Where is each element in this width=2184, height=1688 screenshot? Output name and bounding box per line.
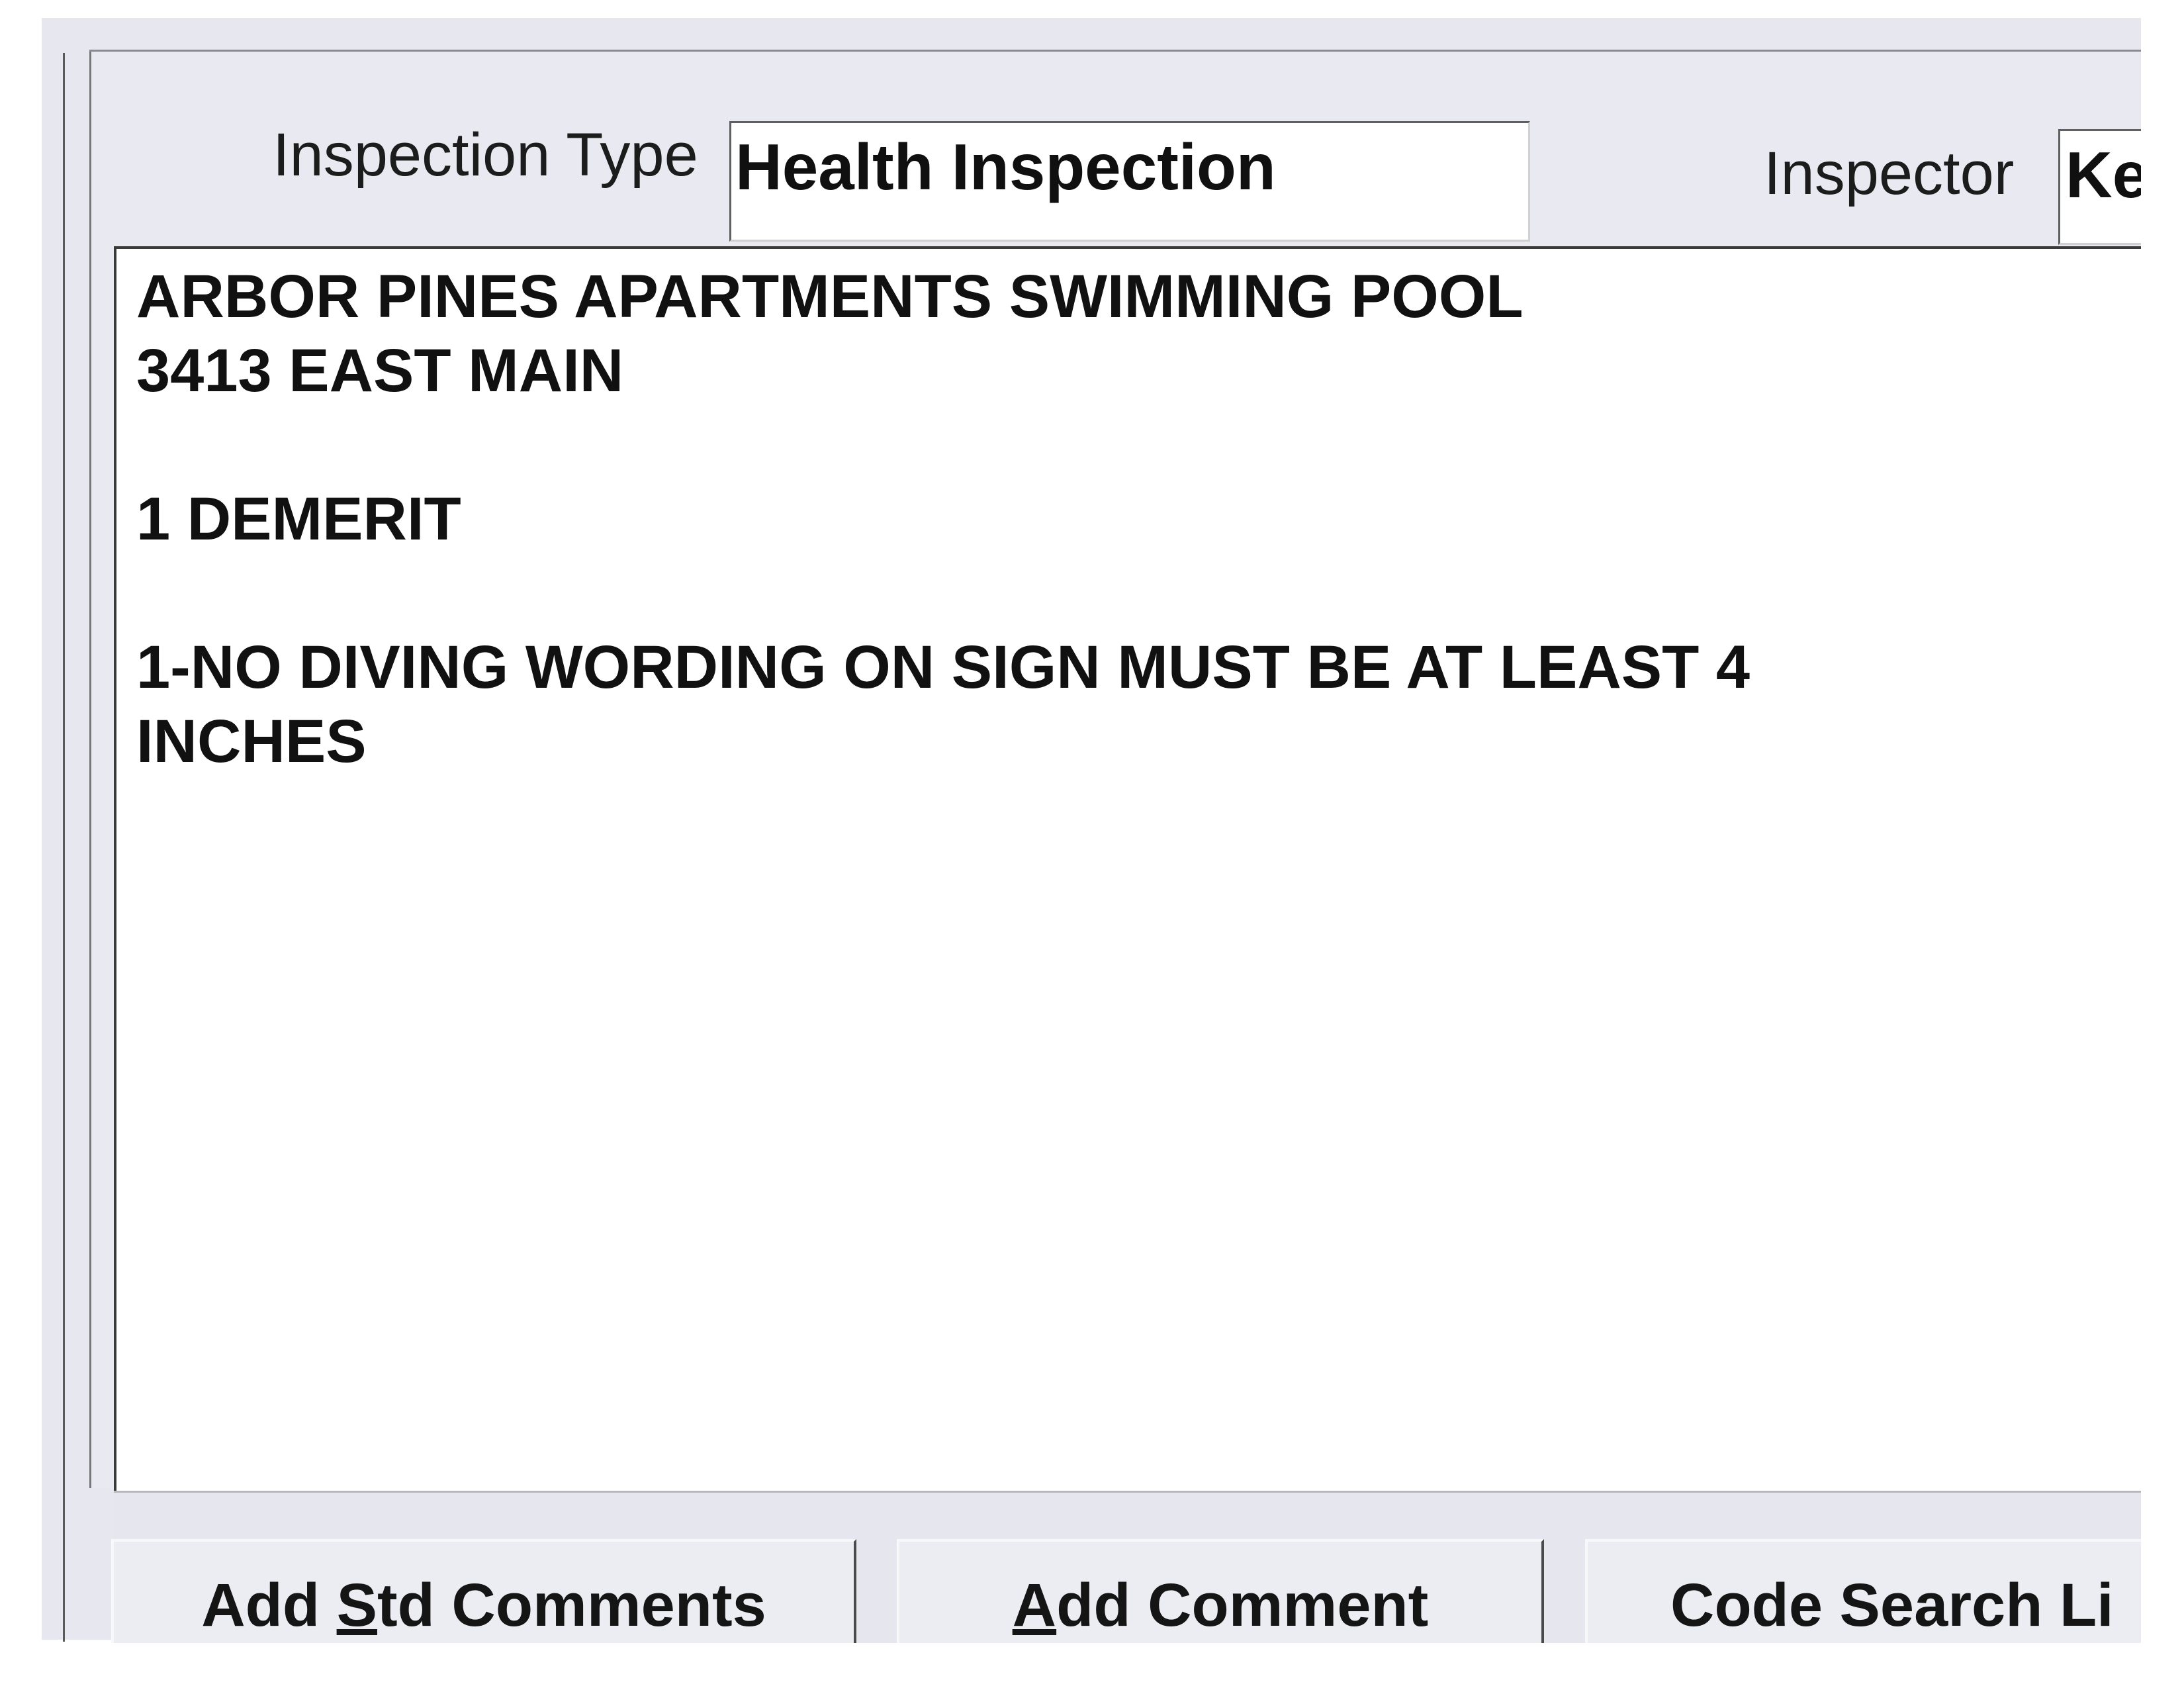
comment-line: 1 DEMERIT: [136, 485, 461, 553]
inspector-label: Inspector: [1764, 140, 2015, 207]
button-label-pre: Code Search Li: [1670, 1571, 2114, 1639]
page-margin-right: [2141, 0, 2184, 1688]
add-std-comments-button[interactable]: Add Std Comments: [111, 1539, 856, 1658]
panel-top-border: [89, 50, 2141, 52]
comment-line: ARBOR PINES APARTMENTS SWIMMING POOL: [136, 263, 1524, 330]
comment-line: 3413 EAST MAIN: [136, 337, 624, 404]
window-border: [63, 53, 65, 1642]
button-mnemonic: S: [336, 1571, 377, 1639]
button-label-post: dd Comment: [1056, 1571, 1429, 1639]
inspection-type-field[interactable]: Health Inspection: [729, 121, 1530, 242]
comments-textarea[interactable]: ARBOR PINES APARTMENTS SWIMMING POOL 341…: [114, 246, 2141, 1491]
inspector-field[interactable]: Ke: [2058, 129, 2141, 245]
button-label-post: td Comments: [377, 1571, 766, 1639]
code-search-button[interactable]: Code Search Li: [1585, 1539, 2141, 1658]
comment-line: [136, 556, 2141, 630]
comment-line: [136, 408, 2141, 482]
comment-line: 1-NO DIVING WORDING ON SIGN MUST BE AT L…: [136, 633, 1751, 701]
page-margin-bottom: [0, 1643, 2184, 1688]
button-label-pre: Add: [201, 1571, 337, 1639]
add-comment-button[interactable]: Add Comment: [897, 1539, 1544, 1658]
button-mnemonic: A: [1012, 1571, 1057, 1639]
scanned-page: Inspection Type Health Inspection Inspec…: [0, 0, 2184, 1688]
comment-line: INCHES: [136, 708, 367, 775]
inspection-type-label: Inspection Type: [273, 121, 698, 189]
